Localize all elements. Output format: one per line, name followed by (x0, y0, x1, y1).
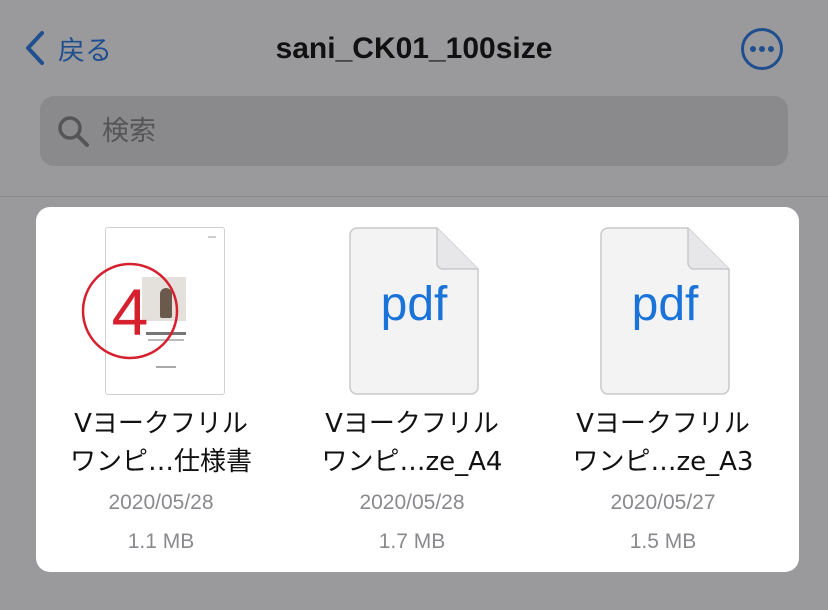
pdf-file-icon (600, 227, 730, 395)
more-options-button[interactable] (740, 27, 784, 71)
file-name: Vヨークフリル ワンピ…ze_A3 (572, 409, 754, 477)
file-grid: 4 Vヨークフリル ワンピ…仕様書 2020/05/28 1.1 MB pdf … (36, 207, 799, 572)
pdf-file-icon (349, 227, 479, 395)
magnifier-icon (58, 116, 89, 147)
file-size: 1.5 MB (629, 530, 697, 553)
file-item[interactable]: pdf Vヨークフリル ワンピ…ze_A4 2020/05/28 1.7 MB (287, 207, 537, 572)
file-item[interactable]: pdf Vヨークフリル ワンピ…ze_A3 2020/05/27 1.5 MB (538, 207, 788, 572)
ellipsis-circle-icon (741, 28, 783, 70)
search-bar[interactable] (40, 96, 788, 166)
navigation-bar: 戻る sani_CK01_100size (0, 0, 828, 197)
file-item[interactable]: 4 Vヨークフリル ワンピ…仕様書 2020/05/28 1.1 MB (36, 207, 286, 572)
file-date: 2020/05/28 (359, 491, 465, 514)
file-date: 2020/05/27 (610, 491, 716, 514)
page-title: sani_CK01_100size (275, 32, 553, 65)
annotation-number-badge: 4 (81, 262, 179, 360)
file-size: 1.1 MB (127, 530, 195, 553)
file-size: 1.7 MB (378, 530, 446, 553)
file-name: Vヨークフリル ワンピ…仕様書 (69, 409, 252, 477)
file-name: Vヨークフリル ワンピ…ze_A4 (321, 409, 503, 477)
file-date: 2020/05/28 (108, 491, 214, 514)
annotation-number: 4 (112, 275, 149, 349)
search-input[interactable] (100, 100, 788, 162)
